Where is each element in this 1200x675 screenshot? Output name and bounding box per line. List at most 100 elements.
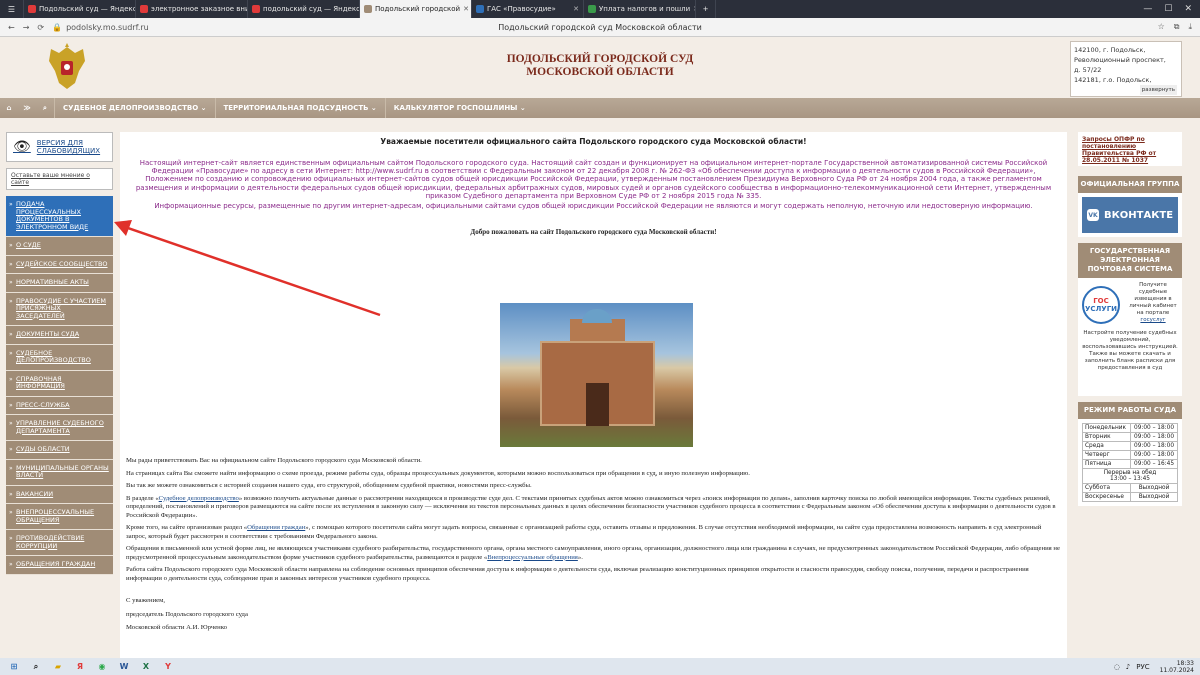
yandex-icon[interactable]: Y [160,661,176,673]
new-tab-button[interactable]: + [696,0,716,18]
clock[interactable]: 18:33 11.07.2024 [1160,660,1200,674]
site-header: ПОДОЛЬСКИЙ ГОРОДСКОЙ СУД МОСКОВСКОЙ ОБЛА… [0,37,1200,97]
left-menu-item[interactable]: СУДЕЙСКОЕ СООБЩЕСТВО [6,255,113,274]
menu-item-jurisdiction[interactable]: ТЕРРИТОРИАЛЬНАЯ ПОДСУДНОСТЬ ⌄ [214,98,385,118]
file-explorer-icon[interactable]: ▰ [50,661,66,673]
volume-icon[interactable]: ♪ [1126,663,1130,671]
back-icon[interactable]: ← [8,23,15,32]
text-paragraph: Кроме того, на сайте организован раздел … [126,524,1042,540]
browser-tab[interactable]: подольский суд — Яндекс✕ [248,0,360,18]
break-time: 13:00 – 13:45 [1110,476,1150,482]
home-icon[interactable]: ⌂ [0,104,18,112]
left-menu-item[interactable]: ОБРАЩЕНИЯ ГРАЖДАН [6,556,113,575]
tab-close-icon[interactable]: ✕ [463,5,469,13]
left-menu-item[interactable]: СПРАВОЧНАЯ ИНФОРМАЦИЯ [6,370,113,397]
lock-icon: 🔒 [52,22,63,32]
close-icon[interactable]: ✕ [1184,4,1192,14]
address-bar: ← → ⟳ 🔒 podolsky.mo.sudrf.ru Подольский … [0,18,1200,37]
court-name-line1: ПОДОЛЬСКИЙ ГОРОДСКОЙ СУД [506,53,694,65]
menu-item-calculator[interactable]: КАЛЬКУЛЯТОР ГОСПОШЛИНЫ ⌄ [384,98,534,118]
taskbar: ⊞ ⌕ ▰ Я ◉ W X Y ◌ ♪ РУС 18:33 11.07.2024 [0,658,1200,675]
accessibility-version-button[interactable]: 👁 ВЕРСИЯ ДЛЯ СЛАБОВИДЯЩИХ [6,132,113,162]
main-content: Уважаемые посетители официального сайта … [120,132,1067,658]
text-paragraph: Обращения в письменной или устной форме … [126,545,1060,561]
gosuslugi-text: Получите судебные извещения в личный каб… [1129,282,1177,323]
eye-icon: 👁 [13,139,31,155]
gosuslugi-logo[interactable]: ГОС УСЛУГИ [1082,286,1120,324]
left-menu-item[interactable]: МУНИЦИПАЛЬНЫЕ ОРГАНЫ ВЛАСТИ [6,459,113,486]
left-menu-item[interactable]: ПОДАЧА ПРОЦЕССУАЛЬНЫХ ДОКУМЕНТОВ В ЭЛЕКТ… [6,196,113,237]
left-menu-item[interactable]: СУДЕБНОЕ ДЕЛОПРОИЗВОДСТВО [6,344,113,371]
tabs-menu-icon[interactable]: ☰ [0,0,24,18]
expand-address-button[interactable]: развернуть [1139,85,1177,95]
text-paragraph: На страницах сайта Вы сможете найти инфо… [126,469,750,477]
notice-paragraph: Настоящий интернет-сайт является единств… [135,159,1052,200]
url-field[interactable]: 🔒 podolsky.mo.sudrf.ru [52,23,149,32]
search-icon[interactable]: ⌕ [36,104,54,113]
browser-tab-bar: ☰ Подольский суд — Яндекс✕электронное за… [0,0,1200,18]
left-menu-item[interactable]: ПРЕСС-СЛУЖБА [6,396,113,415]
notice-text: Настоящий интернет-сайт является единств… [130,159,1057,210]
left-menu-item[interactable]: СУДЫ ОБЛАСТИ [6,441,113,460]
yandex-browser-icon[interactable]: Я [72,661,88,673]
tab-label: электронное заказное вни [151,5,248,13]
downloads-icon[interactable]: ⤓ [1188,22,1192,32]
schedule-row: Суббота Выходной [1081,483,1178,493]
welcome-text: Мы рады приветствовать Вас на официально… [126,457,1061,638]
gosuslugi-logo-text: УСЛУГИ [1084,305,1118,313]
left-menu-item[interactable]: НОРМАТИВНЫЕ АКТЫ [6,274,113,293]
schedule-row: Понедельник 09:00 – 18:00 [1081,423,1178,433]
bookmark-icon[interactable]: ☆ [1158,22,1165,32]
notice-paragraph: Информационные ресурсы, размещенные по д… [154,202,1033,211]
gosuslugi-link[interactable]: госуслуг [1140,317,1165,323]
network-icon[interactable]: ◌ [1114,663,1120,671]
windows-start-icon[interactable]: ⊞ [6,661,22,673]
schedule-day: Понедельник [1081,423,1132,433]
whatsapp-icon[interactable]: ◉ [94,661,110,673]
left-menu-item[interactable]: ДОКУМЕНТЫ СУДА [6,326,113,345]
extensions-icon[interactable]: ⧉ [1174,22,1180,32]
left-menu-item[interactable]: ВАКАНСИИ [6,485,113,504]
schedule-hours: Выходной [1130,483,1178,493]
menu-item-proceedings[interactable]: СУДЕБНОЕ ДЕЛОПРОИЗВОДСТВО ⌄ [54,98,215,118]
tab-favicon-icon [364,5,372,13]
sitemap-icon[interactable]: ≫ [18,104,36,112]
browser-tab[interactable]: электронное заказное вни✕ [136,0,248,18]
feedback-link[interactable]: Оставьте ваше мнение о сайте [6,168,113,190]
schedule-day: Суббота [1081,483,1132,493]
clock-date: 11.07.2024 [1159,666,1194,674]
browser-tab[interactable]: Уплата налогов и пошли✕ [584,0,696,18]
left-menu-item[interactable]: ВНЕПРОЦЕССУАЛЬНЫЕ ОБРАЩЕНИЯ [6,504,113,530]
search-icon[interactable]: ⌕ [28,661,44,673]
address-line: Революционный проспект, [1074,56,1166,64]
schedule-hours: 09:00 – 18:00 [1130,432,1178,442]
vk-icon: VK [1086,209,1099,221]
reload-icon[interactable]: ⟳ [37,23,44,32]
schedule-hours: 09:00 – 18:00 [1130,450,1178,460]
forward-icon[interactable]: → [23,23,30,32]
minimize-icon[interactable]: — [1143,4,1152,14]
schedule-day: Пятница [1081,459,1132,469]
maximize-icon[interactable]: ☐ [1164,4,1172,14]
left-menu-item[interactable]: О СУДЕ [6,237,113,256]
court-building-photo [500,303,693,447]
excel-icon[interactable]: X [138,661,154,673]
browser-tab[interactable]: Подольский суд — Яндекс✕ [24,0,136,18]
vk-button[interactable]: VK ВКОНТАКТЕ [1082,197,1178,233]
browser-tab[interactable]: ГАС «Правосудие» ✕ [472,0,584,18]
proceedings-link[interactable]: Судебное делопроизводство [159,495,239,502]
pfr-requests-link[interactable]: Запросы ОПФР по постановлению Правительс… [1078,132,1182,166]
court-name-line2: МОСКОВСКОЙ ОБЛАСТИ [526,66,674,78]
citizen-appeals-link[interactable]: Обращения граждан [247,524,305,531]
left-menu-item[interactable]: УПРАВЛЕНИЕ СУДЕБНОГО ДЕПАРТАМЕНТА [6,415,113,441]
gosuslugi-instructions: Настройте получение судебных уведомлений… [1082,330,1178,371]
left-menu-item[interactable]: ПРОТИВОДЕЙСТВИЕ КОРРУПЦИИ [6,530,113,556]
language-indicator[interactable]: РУС [1136,663,1149,671]
left-menu-item[interactable]: ПРАВОСУДИЕ С УЧАСТИЕМ ПРИСЯЖНЫХ ЗАСЕДАТЕ… [6,292,113,326]
tab-label: Подольский суд — Яндекс [39,5,136,13]
tab-close-icon[interactable]: ✕ [573,5,579,13]
welcome-heading: Добро пожаловать на сайт Подольского гор… [470,228,717,237]
word-icon[interactable]: W [116,661,132,673]
extraprocedural-appeals-link[interactable]: Внепроцессуальные обращения [487,554,578,561]
browser-tab[interactable]: Подольский городской ✕ [360,0,472,18]
